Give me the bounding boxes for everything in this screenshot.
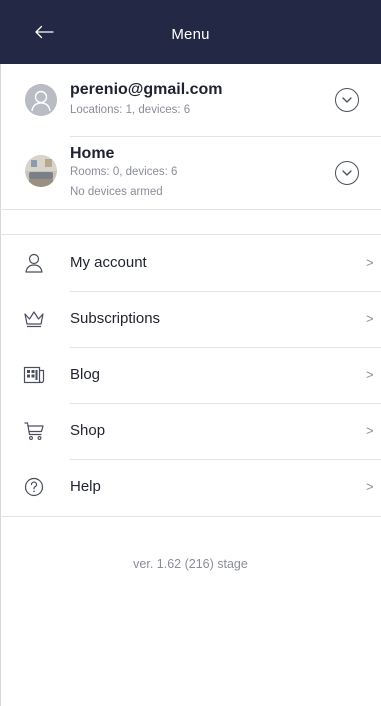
app-bar: Menu xyxy=(0,0,381,64)
chevron-down-icon xyxy=(342,170,352,176)
user-placeholder-icon xyxy=(25,84,57,116)
app-version: ver. 1.62 (216) stage xyxy=(133,557,248,571)
chevron-right-icon: > xyxy=(366,479,374,494)
menu-item-label: Subscriptions xyxy=(70,310,161,327)
account-row[interactable]: perenio@gmail.com Locations: 1, devices:… xyxy=(0,64,381,136)
menu-item-shop[interactable]: Shop > xyxy=(0,403,381,459)
location-row[interactable]: Home Rooms: 0, devices: 6 No devices arm… xyxy=(0,137,381,209)
chevron-right-icon: > xyxy=(366,311,374,326)
help-icon xyxy=(22,475,46,499)
chevron-down-icon xyxy=(342,97,352,103)
menu-item-label: Help xyxy=(70,478,101,495)
location-name: Home xyxy=(70,145,115,162)
cart-icon xyxy=(22,419,46,443)
location-avatar xyxy=(25,155,57,187)
divider xyxy=(0,516,381,517)
divider xyxy=(0,209,381,210)
crown-icon xyxy=(22,307,46,331)
page-title: Menu xyxy=(171,25,210,43)
chevron-right-icon: > xyxy=(366,255,374,270)
menu-item-help[interactable]: Help > xyxy=(0,459,381,515)
account-summary: Locations: 1, devices: 6 xyxy=(70,104,191,116)
back-button[interactable] xyxy=(32,20,56,44)
chevron-right-icon: > xyxy=(366,367,374,382)
location-status: No devices armed xyxy=(70,186,163,198)
menu-item-my-account[interactable]: My account > xyxy=(0,235,381,291)
location-summary: Rooms: 0, devices: 6 xyxy=(70,166,178,178)
menu-item-blog[interactable]: Blog > xyxy=(0,347,381,403)
expand-location-button[interactable] xyxy=(335,161,359,185)
menu-item-subscriptions[interactable]: Subscriptions > xyxy=(0,291,381,347)
room-photo-icon xyxy=(25,155,57,187)
user-icon xyxy=(22,251,46,275)
avatar xyxy=(25,84,57,116)
menu-item-label: My account xyxy=(70,254,147,271)
expand-account-button[interactable] xyxy=(335,88,359,112)
menu-item-label: Shop xyxy=(70,422,106,439)
arrow-left-icon xyxy=(35,25,54,39)
account-email: perenio@gmail.com xyxy=(70,81,223,98)
news-icon xyxy=(22,363,46,387)
chevron-right-icon: > xyxy=(366,423,374,438)
menu-item-label: Blog xyxy=(70,366,101,383)
